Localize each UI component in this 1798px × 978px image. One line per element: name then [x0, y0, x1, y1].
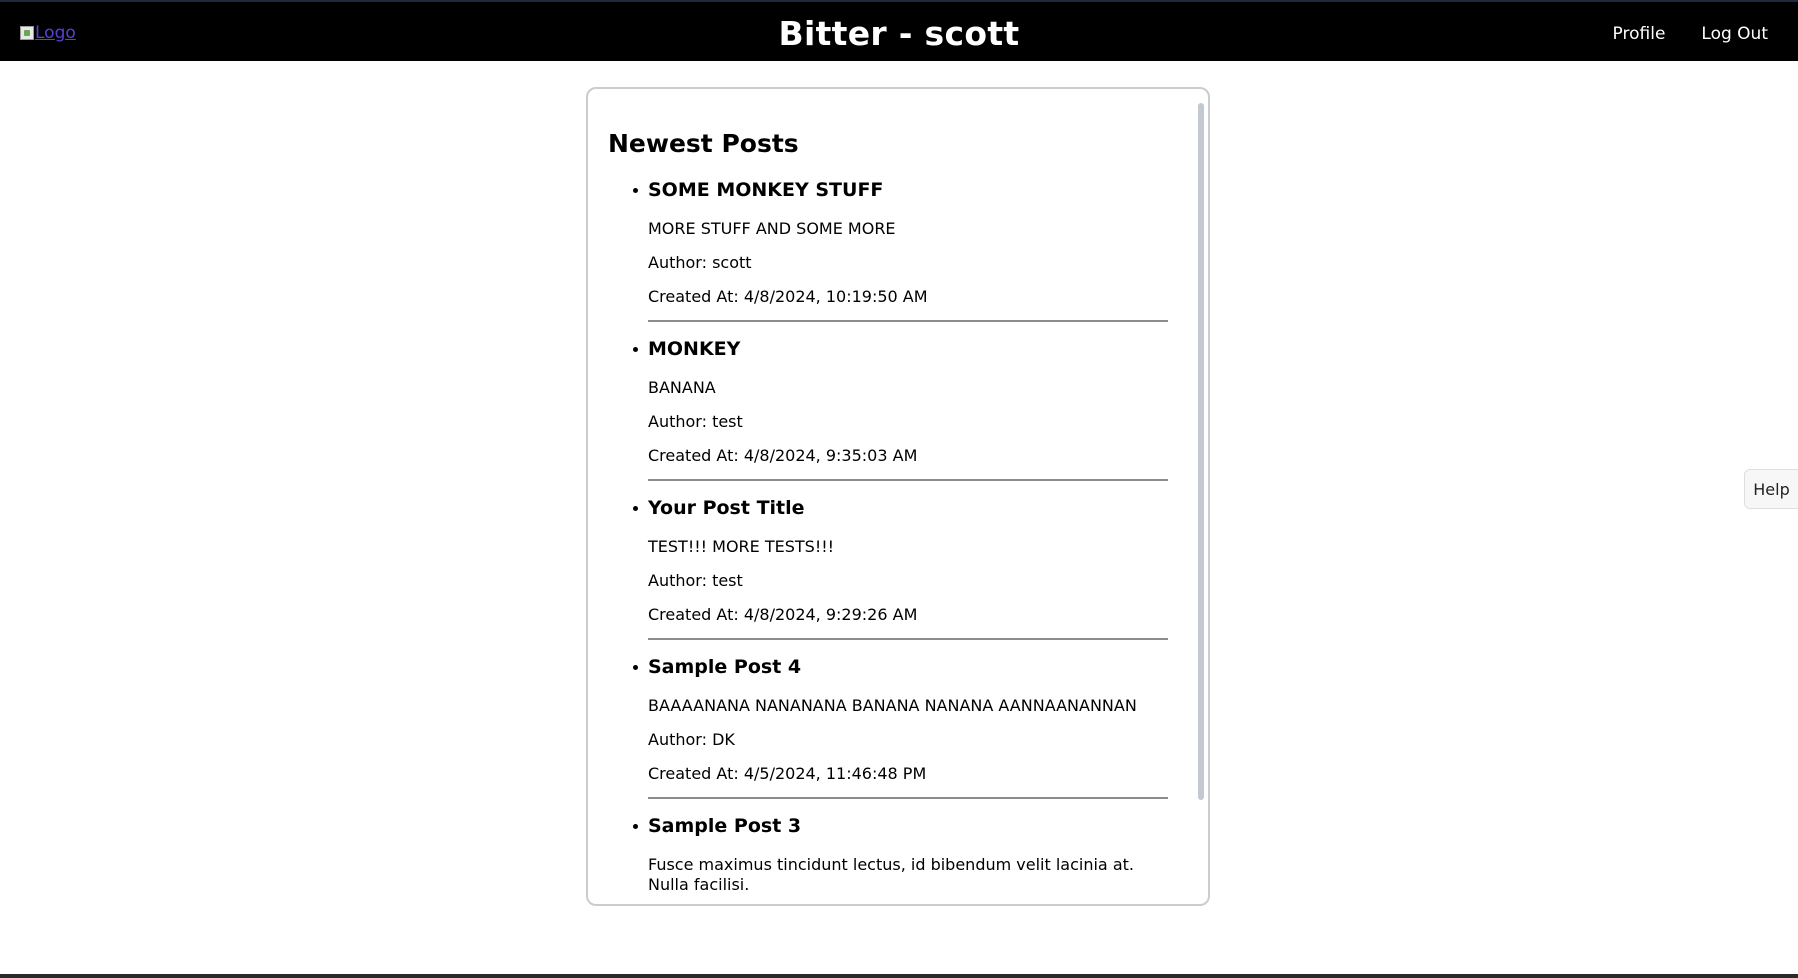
post-body: MORE STUFF AND SOME MORE	[648, 219, 896, 238]
post-item: SOME MONKEY STUFF MORE STUFF AND SOME MO…	[633, 179, 1168, 322]
post-item: Your Post Title TEST!!! MORE TESTS!!! Au…	[633, 497, 1168, 640]
scrollbar-thumb[interactable]	[1198, 103, 1204, 800]
post-created-at: Created At: 4/8/2024, 9:29:26 AM	[648, 605, 918, 624]
post-item: Sample Post 4 BAAAANANA NANANANA BANANA …	[633, 656, 1168, 799]
post-title: Sample Post 4	[648, 656, 802, 678]
post-list: SOME MONKEY STUFF MORE STUFF AND SOME MO…	[608, 179, 1168, 904]
posts-heading: Newest Posts	[608, 129, 799, 158]
post-item: Sample Post 3 Fusce maximus tincidunt le…	[633, 815, 1168, 904]
post-body: Fusce maximus tincidunt lectus, id biben…	[648, 855, 1134, 894]
post-title: Sample Post 3	[648, 815, 802, 837]
site-title: Bitter - scott	[778, 14, 1020, 53]
profile-link[interactable]: Profile	[1613, 24, 1666, 44]
post-author: Author: DK	[648, 730, 735, 749]
post-body: BAAAANANA NANANANA BANANA NANANA AANNAAN…	[648, 696, 1137, 715]
logout-link[interactable]: Log Out	[1701, 24, 1768, 44]
post-item: MONKEY BANANA Author: test Created At: 4…	[633, 338, 1168, 481]
help-button[interactable]: Help	[1744, 469, 1798, 509]
logo-link[interactable]: Logo	[20, 23, 76, 43]
bottom-border	[0, 974, 1798, 978]
posts-content: Newest Posts SOME MONKEY STUFF MORE STUF…	[608, 129, 1168, 904]
post-title: MONKEY	[648, 338, 741, 360]
post-created-at: Created At: 4/8/2024, 9:35:03 AM	[648, 446, 918, 465]
post-title: Your Post Title	[648, 497, 805, 519]
post-author: Author: test	[648, 412, 743, 431]
top-navbar: Logo Bitter - scott Profile Log Out	[0, 0, 1798, 61]
posts-scrollbar[interactable]	[1196, 103, 1206, 893]
logo-alt-text: Logo	[35, 23, 76, 43]
post-author: Author: test	[648, 571, 743, 590]
post-body: TEST!!! MORE TESTS!!!	[648, 537, 835, 556]
header-nav: Profile Log Out	[1613, 24, 1768, 44]
broken-image-icon	[20, 26, 34, 40]
post-body: BANANA	[648, 378, 716, 397]
post-author: Author: scott	[648, 253, 752, 272]
posts-panel[interactable]: Newest Posts SOME MONKEY STUFF MORE STUF…	[586, 87, 1210, 906]
post-created-at: Created At: 4/5/2024, 11:46:48 PM	[648, 764, 927, 783]
post-created-at: Created At: 4/8/2024, 10:19:50 AM	[648, 287, 928, 306]
post-title: SOME MONKEY STUFF	[648, 179, 884, 201]
